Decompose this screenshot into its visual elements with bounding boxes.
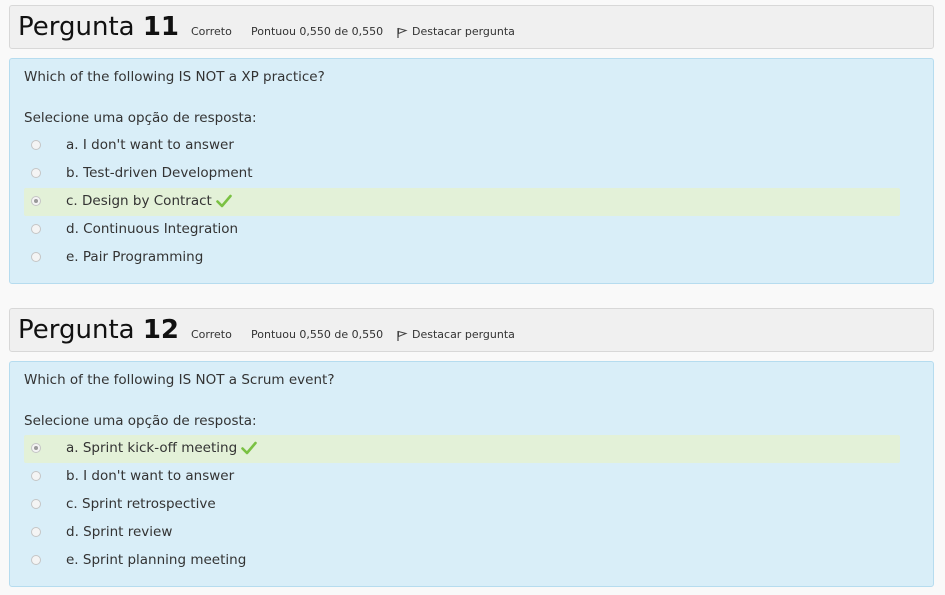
question-number: 12 <box>142 315 180 345</box>
flag-icon <box>397 27 408 38</box>
radio-button-checked[interactable] <box>31 196 41 206</box>
question-state: Correto <box>191 328 232 341</box>
question-title: Pergunta 12 <box>18 313 179 347</box>
radio-button[interactable] <box>31 471 41 481</box>
radio-button[interactable] <box>31 499 41 509</box>
question-title: Pergunta 11 <box>18 10 179 44</box>
radio-button[interactable] <box>31 555 41 565</box>
answer-label: a. Sprint kick-off meeting <box>66 440 257 456</box>
question-content: Which of the following IS NOT a XP pract… <box>9 58 934 284</box>
answer-label: b. I don't want to answer <box>66 468 235 484</box>
answer-label: c. Sprint retrospective <box>66 496 216 512</box>
answer-label: c. Design by Contract <box>66 193 232 209</box>
answer-list: a. I don't want to answer b. Test-driven… <box>24 132 900 272</box>
radio-button[interactable] <box>31 224 41 234</box>
question-label: Pergunta <box>18 315 135 345</box>
question-grade: Pontuou 0,550 de 0,550 <box>251 25 384 38</box>
answer-option[interactable]: b. Test-driven Development <box>24 160 900 188</box>
checkmark-icon <box>241 441 257 455</box>
question-info: Pergunta 11 Correto Pontuou 0,550 de 0,5… <box>9 5 934 49</box>
question-12: Pergunta 12 Correto Pontuou 0,550 de 0,5… <box>9 308 934 587</box>
answer-label: d. Sprint review <box>66 524 173 540</box>
answer-label: b. Test-driven Development <box>66 165 253 181</box>
question-state: Correto <box>191 25 232 38</box>
question-text: Which of the following IS NOT a Scrum ev… <box>24 372 335 388</box>
answer-label: e. Sprint planning meeting <box>66 552 247 568</box>
answer-prompt: Selecione uma opção de resposta: <box>24 110 257 126</box>
question-11: Pergunta 11 Correto Pontuou 0,550 de 0,5… <box>9 5 934 284</box>
flag-label: Destacar pergunta <box>412 25 515 38</box>
question-grade: Pontuou 0,550 de 0,550 <box>251 328 384 341</box>
answer-label: d. Continuous Integration <box>66 221 239 237</box>
answer-prompt: Selecione uma opção de resposta: <box>24 413 257 429</box>
answer-option[interactable]: b. I don't want to answer <box>24 463 900 491</box>
question-number: 11 <box>142 12 180 42</box>
flag-icon <box>397 330 408 341</box>
flag-question-link[interactable]: Destacar pergunta <box>396 328 515 342</box>
answer-option-selected[interactable]: c. Design by Contract <box>24 188 900 216</box>
answer-option[interactable]: c. Sprint retrospective <box>24 491 900 519</box>
answer-option[interactable]: a. I don't want to answer <box>24 132 900 160</box>
answer-option[interactable]: e. Sprint planning meeting <box>24 547 900 575</box>
question-text: Which of the following IS NOT a XP pract… <box>24 69 325 85</box>
answer-option-selected[interactable]: a. Sprint kick-off meeting <box>24 435 900 463</box>
radio-button[interactable] <box>31 140 41 150</box>
answer-list: a. Sprint kick-off meeting b. I don't wa… <box>24 435 900 575</box>
answer-label: e. Pair Programming <box>66 249 204 265</box>
flag-question-link[interactable]: Destacar pergunta <box>396 25 515 39</box>
radio-button[interactable] <box>31 252 41 262</box>
flag-label: Destacar pergunta <box>412 328 515 341</box>
answer-label: a. I don't want to answer <box>66 137 234 153</box>
question-label: Pergunta <box>18 12 135 42</box>
radio-button[interactable] <box>31 168 41 178</box>
answer-option[interactable]: d. Continuous Integration <box>24 216 900 244</box>
question-content: Which of the following IS NOT a Scrum ev… <box>9 361 934 587</box>
radio-button-checked[interactable] <box>31 443 41 453</box>
question-info: Pergunta 12 Correto Pontuou 0,550 de 0,5… <box>9 308 934 352</box>
answer-option[interactable]: e. Pair Programming <box>24 244 900 272</box>
radio-button[interactable] <box>31 527 41 537</box>
answer-option[interactable]: d. Sprint review <box>24 519 900 547</box>
checkmark-icon <box>216 194 232 208</box>
